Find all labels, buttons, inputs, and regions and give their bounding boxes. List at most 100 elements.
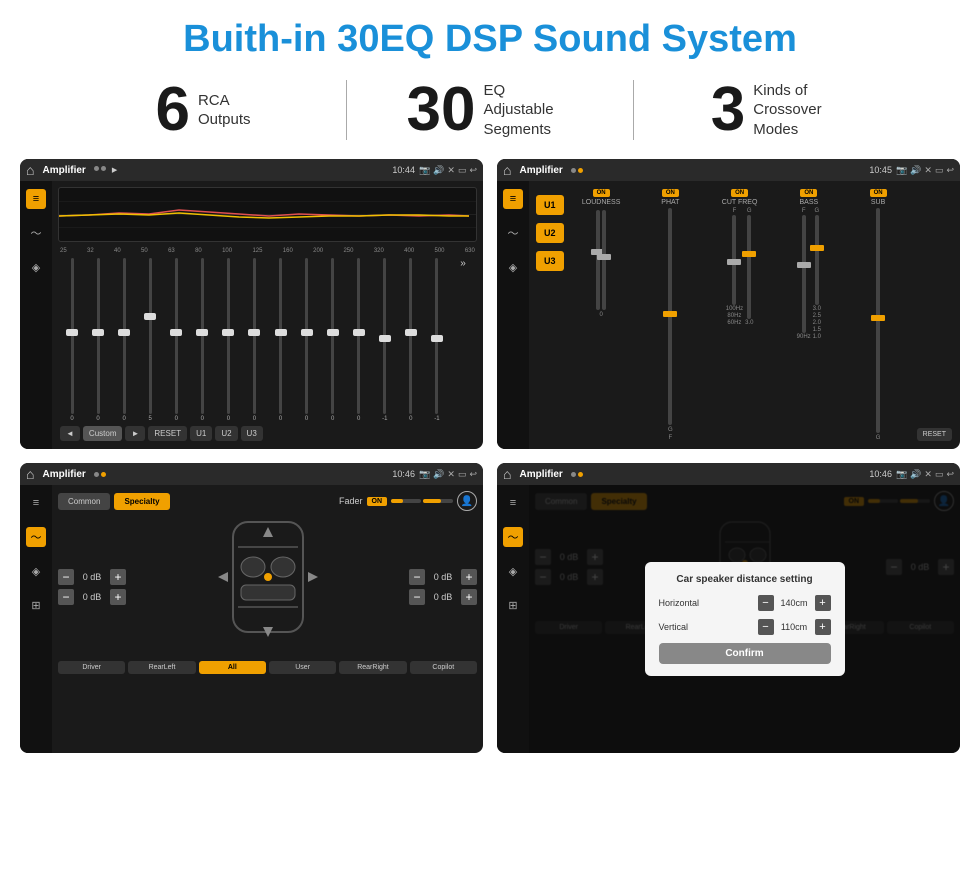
sidebar-wave-icon[interactable]: 〜 [26,223,46,243]
slider-7[interactable]: 0 [242,258,266,422]
eq-u2-btn[interactable]: U2 [215,426,237,441]
fader-plus-3[interactable]: + [461,569,477,585]
fader-sidebar-wave[interactable]: 〜 [26,527,46,547]
fader-avatar-icon[interactable]: 👤 [457,491,477,511]
fader-h-slider[interactable] [391,499,421,503]
slider-6[interactable]: 0 [216,258,240,422]
cx-cutfreq-s1[interactable] [732,215,736,305]
cx-bass-s2[interactable] [815,215,819,305]
cx-loudness-slider1[interactable] [596,210,600,310]
fader-sidebar-spkr[interactable]: ◈ [26,561,46,581]
sidebar-eq-icon[interactable]: ≡ [26,189,46,209]
fader-plus-4[interactable]: + [461,589,477,605]
dialog-confirm-button[interactable]: Confirm [659,643,831,664]
home-icon-fader[interactable]: ⌂ [26,466,34,482]
home-icon-dlg[interactable]: ⌂ [503,466,511,482]
cx-cutfreq-s2[interactable] [747,215,751,319]
slider-13[interactable]: 0 [399,258,423,422]
stat-number-eq: 30 [407,79,476,141]
eq-u3-btn[interactable]: U3 [241,426,263,441]
eq-prev-btn[interactable]: ◄ [60,426,80,441]
fader-h-slider2[interactable] [423,499,453,503]
dlg-sidebar-eq[interactable]: ≡ [503,493,523,513]
fader-common-btn[interactable]: Common [58,493,110,510]
cx-time: 10:45 [869,165,892,175]
cx-bass-s1[interactable] [802,215,806,333]
freq-630: 630 [465,248,475,254]
dlg-sidebar-extra[interactable]: ⊞ [503,595,523,615]
fader-plus-1[interactable]: + [110,569,126,585]
cx-sidebar-spkr[interactable]: ◈ [503,257,523,277]
fader-rearleft-btn[interactable]: RearLeft [128,661,195,674]
freq-50: 50 [141,248,148,254]
stat-number-crossover: 3 [711,79,745,141]
slider-2[interactable]: 0 [112,258,136,422]
fader-copilot-btn[interactable]: Copilot [410,661,477,674]
fader-plus-2[interactable]: + [110,589,126,605]
eq-graph [58,187,477,242]
dialog-horizontal-plus[interactable]: + [815,595,831,611]
cx-reset-btn[interactable]: RESET [917,428,952,441]
fader-sidebar-eq[interactable]: ≡ [26,493,46,513]
slider-3[interactable]: 5 [138,258,162,422]
fader-minus-3[interactable]: − [409,569,425,585]
cx-u2-btn[interactable]: U2 [536,223,564,243]
dialog-vertical-plus[interactable]: + [815,619,831,635]
eq-play-btn[interactable]: ► [125,426,145,441]
fader-sidebar-extra[interactable]: ⊞ [26,595,46,615]
slider-12[interactable]: -1 [373,258,397,422]
dlg-dot2 [578,472,583,477]
fader-user-btn[interactable]: User [269,661,336,674]
dlg-sidebar-wave[interactable]: 〜 [503,527,523,547]
dialog-vertical-minus[interactable]: − [758,619,774,635]
eq-custom-btn[interactable]: Custom [83,426,123,441]
slider-expand[interactable]: » [451,258,475,422]
fader-minus-2[interactable]: − [58,589,74,605]
screen-crossover: ⌂ Amplifier 10:45 📷 🔊 ✕ ▭ ↩ ≡ 〜 ◈ [497,159,960,449]
eq-u1-btn[interactable]: U1 [190,426,212,441]
slider-10[interactable]: 0 [321,258,345,422]
cx-title: Amplifier [519,165,562,176]
home-icon-cx[interactable]: ⌂ [503,162,511,178]
cx-bass-val2: 3.0 [813,306,821,312]
fader-specialty-btn[interactable]: Specialty [114,493,169,510]
cx-sidebar-wave[interactable]: 〜 [503,223,523,243]
cx-dot2 [578,168,583,173]
slider-0[interactable]: 0 [60,258,84,422]
dlg-title: Amplifier [519,469,562,480]
cx-u3-btn[interactable]: U3 [536,251,564,271]
eq-curve-svg [59,188,476,241]
cx-u1-btn[interactable]: U1 [536,195,564,215]
fader-label-text: Fader [339,496,363,506]
fader-all-btn[interactable]: All [199,661,266,674]
cx-phat-slider[interactable] [668,208,672,425]
cx-sub-slider[interactable] [876,208,880,433]
dlg-sidebar-spkr[interactable]: ◈ [503,561,523,581]
dlg-back-icon: ↩ [946,469,954,480]
dialog-horizontal-minus[interactable]: − [758,595,774,611]
sidebar-speaker-icon[interactable]: ◈ [26,257,46,277]
slider-14[interactable]: -1 [425,258,449,422]
slider-4[interactable]: 0 [164,258,188,422]
fader-minus-1[interactable]: − [58,569,74,585]
home-icon-eq[interactable]: ⌂ [26,162,34,178]
slider-5[interactable]: 0 [190,258,214,422]
slider-9[interactable]: 0 [295,258,319,422]
freq-125: 125 [252,248,262,254]
fader-main-area: Common Specialty Fader ON 👤 [52,485,483,753]
slider-8[interactable]: 0 [269,258,293,422]
slider-1[interactable]: 0 [86,258,110,422]
fader-close-icon: ✕ [447,469,455,480]
dlg-volume-icon: 🔊 [910,469,921,480]
fader-rearright-btn[interactable]: RearRight [339,661,406,674]
freq-500: 500 [435,248,445,254]
eq-reset-btn[interactable]: RESET [148,426,187,441]
cx-back-icon: ↩ [946,165,954,176]
fader-top: Common Specialty Fader ON 👤 [58,491,477,511]
fader-minus-4[interactable]: − [409,589,425,605]
fader-val-1: 0 dB [77,572,107,582]
cx-sidebar-eq[interactable]: ≡ [503,189,523,209]
cx-loudness-slider2[interactable] [602,210,606,310]
slider-11[interactable]: 0 [347,258,371,422]
fader-driver-btn[interactable]: Driver [58,661,125,674]
